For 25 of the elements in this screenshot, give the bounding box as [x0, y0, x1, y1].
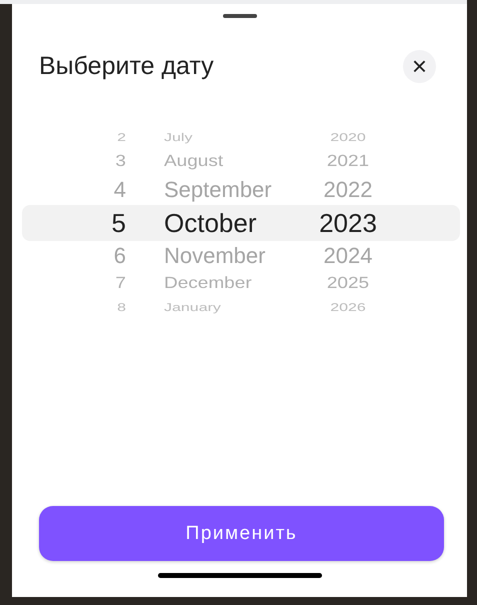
day-number[interactable]: 5 [112, 208, 126, 238]
close-button[interactable]: × [403, 50, 436, 82]
year-number[interactable]: 2026 [330, 302, 366, 314]
month-name[interactable]: October [164, 208, 256, 238]
month-name[interactable]: November [164, 243, 266, 269]
day-number[interactable]: 7 [115, 274, 126, 294]
sheet-title: Выберите дату [39, 52, 214, 80]
day-number[interactable]: 4 [114, 177, 126, 203]
month-name[interactable]: August [164, 152, 224, 172]
year-number[interactable]: 2024 [324, 243, 372, 269]
day-number[interactable]: 8 [117, 302, 126, 314]
year-number[interactable]: 2022 [324, 177, 372, 203]
drag-handle[interactable] [222, 14, 256, 18]
day-number[interactable]: 2 [117, 132, 126, 144]
year-number[interactable]: 2023 [319, 208, 377, 238]
year-number[interactable]: 2020 [330, 132, 366, 144]
month-name[interactable]: December [164, 274, 252, 294]
year-number[interactable]: 2021 [326, 152, 370, 172]
month-name[interactable]: January [164, 302, 221, 314]
day-number[interactable]: 6 [114, 243, 126, 269]
year-number[interactable]: 2025 [326, 274, 370, 294]
month-name[interactable]: July [164, 132, 192, 144]
day-number[interactable]: 3 [115, 152, 126, 172]
apply-button[interactable]: Применить [39, 506, 444, 561]
month-name[interactable]: September [164, 177, 272, 203]
